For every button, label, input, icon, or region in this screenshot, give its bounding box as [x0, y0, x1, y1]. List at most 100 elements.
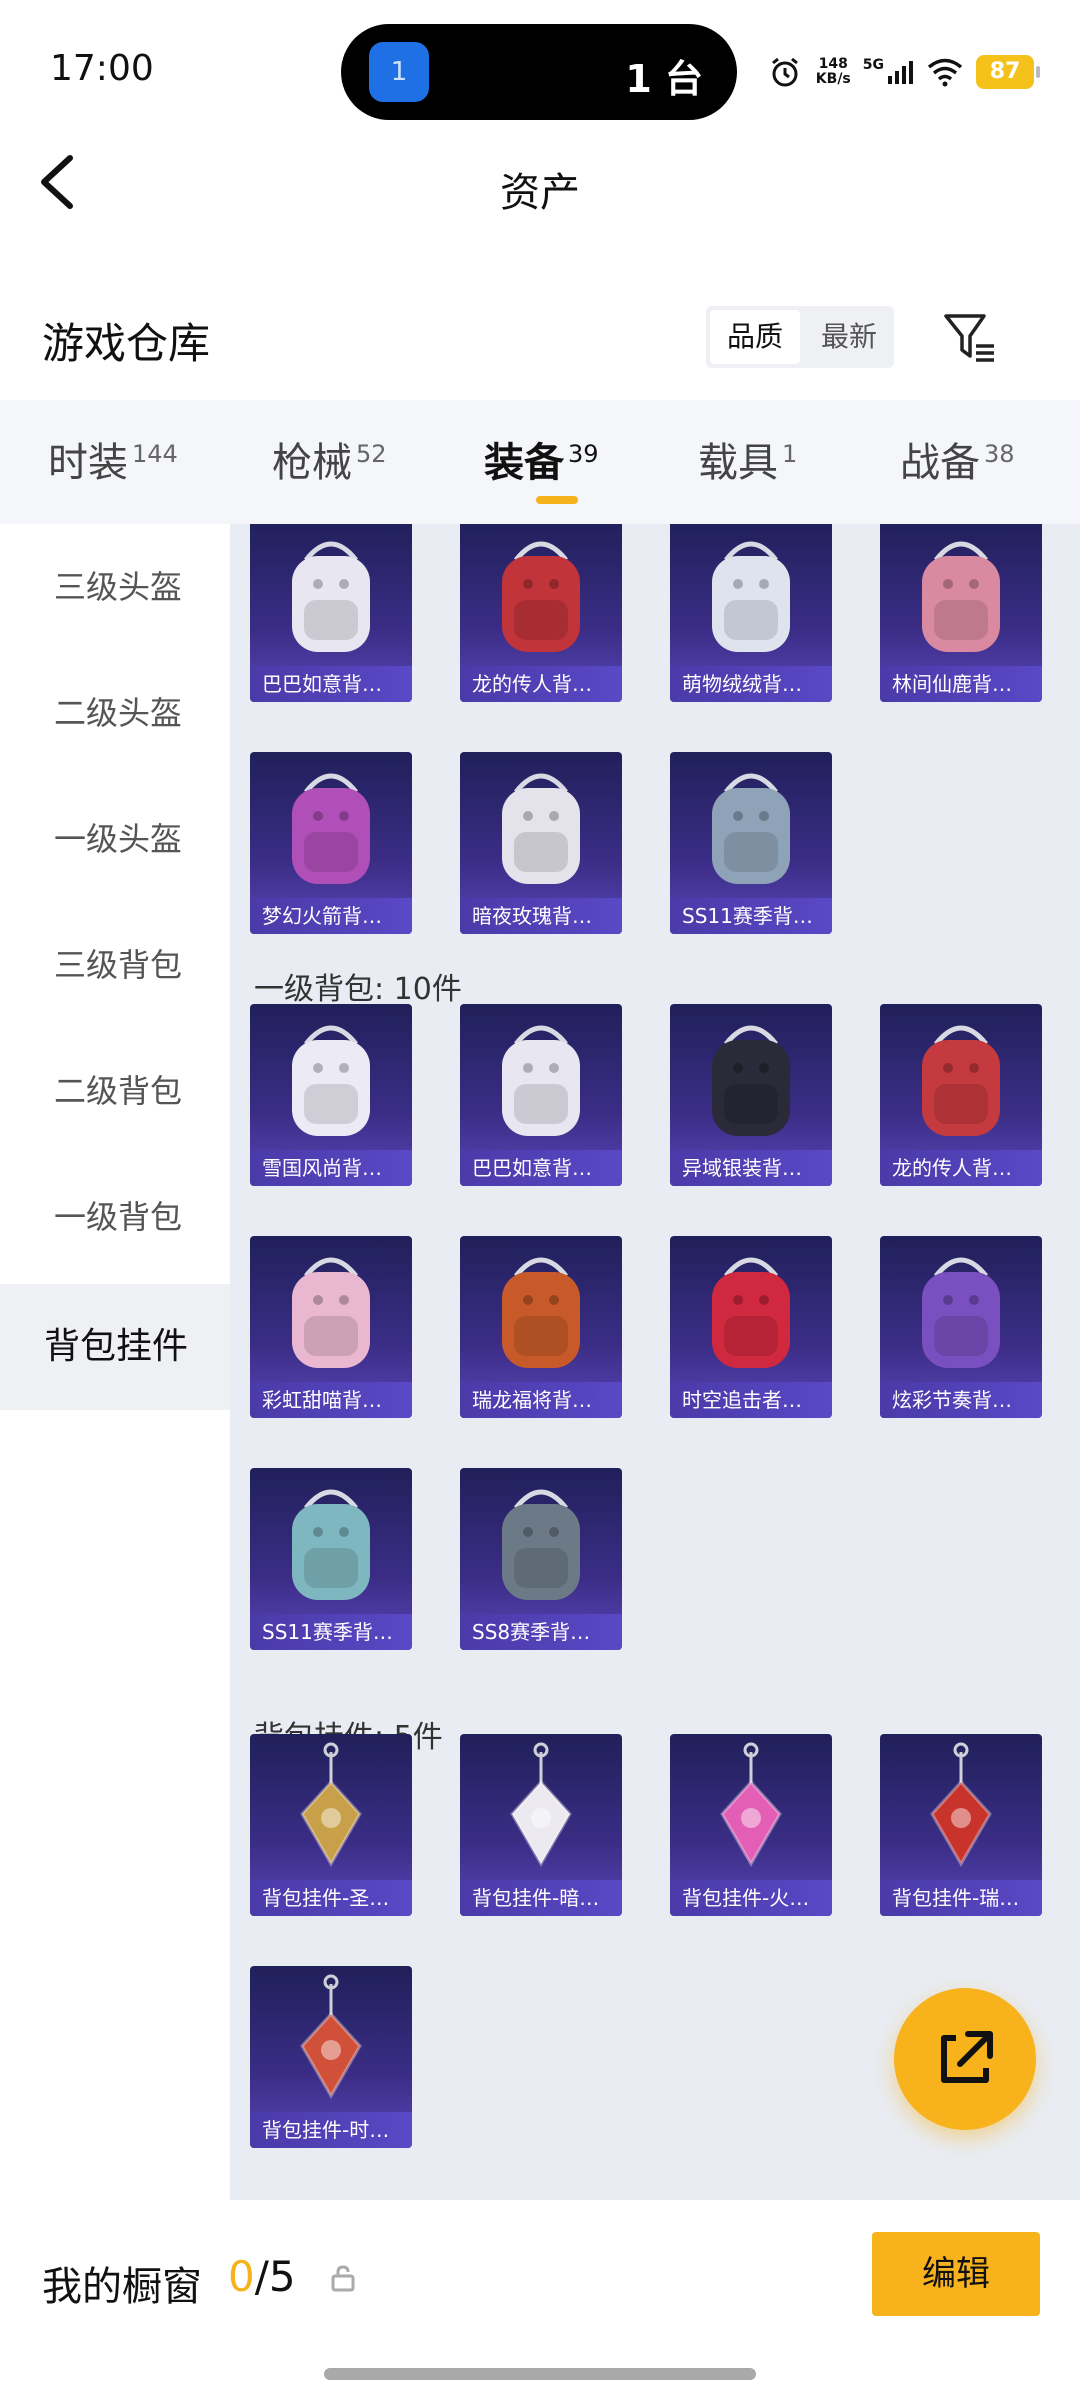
- showcase-total: /5: [254, 2252, 296, 2301]
- item-card[interactable]: 暗夜玫瑰背…: [460, 752, 622, 934]
- filter-icon: [944, 314, 994, 362]
- item-card[interactable]: 彩虹甜喵背…: [250, 1236, 412, 1418]
- tab-firearms[interactable]: 枪械 52: [272, 430, 387, 488]
- status-bar: 17:00 1 1 台 148 KB/s 5G 87: [0, 0, 1080, 140]
- item-card[interactable]: SS8赛季背…: [460, 1468, 622, 1650]
- teal-backpack-icon: [292, 1489, 370, 1600]
- active-tab-indicator: [536, 496, 578, 504]
- sort-quality-button[interactable]: 品质: [710, 310, 800, 364]
- tab-fashion[interactable]: 时装 144: [48, 430, 178, 488]
- item-card-label: 巴巴如意背…: [250, 666, 412, 702]
- tab-count: 38: [984, 439, 1015, 468]
- sidebar-item-helmet-lv2[interactable]: 二级头盔: [0, 650, 230, 776]
- item-card-label: 暗夜玫瑰背…: [460, 898, 622, 934]
- sidebar-item-helmet-lv3[interactable]: 三级头盔: [0, 524, 230, 650]
- item-card[interactable]: 炫彩节奏背…: [880, 1236, 1042, 1418]
- item-card[interactable]: 异域银装背…: [670, 1004, 832, 1186]
- item-card[interactable]: 龙的传人背…: [880, 1004, 1042, 1186]
- tab-label: 枪械: [272, 440, 352, 486]
- red-chaser-backpack-icon: [712, 1257, 790, 1368]
- tab-label: 装备: [484, 440, 564, 486]
- item-card[interactable]: 巴巴如意背…: [460, 1004, 622, 1186]
- item-card-label: 背包挂件-圣…: [250, 1880, 412, 1916]
- island-text: 1 台: [625, 57, 703, 101]
- sidebar-item-backpack-pendant[interactable]: 背包挂件: [0, 1284, 230, 1410]
- item-card[interactable]: 巴巴如意背…: [250, 524, 412, 702]
- share-button[interactable]: [894, 1988, 1036, 2130]
- orange-armor-backpack-icon: [502, 1257, 580, 1368]
- cellular-signal-icon: 5G: [863, 58, 914, 86]
- item-card-label: 背包挂件-暗…: [460, 1880, 622, 1916]
- sort-toggle: 品质 最新: [706, 306, 894, 368]
- lock-icon: [331, 2265, 355, 2292]
- tab-battle-prep[interactable]: 战备 38: [900, 430, 1015, 488]
- item-card[interactable]: 时空追击者…: [670, 1236, 832, 1418]
- tab-count: 52: [356, 439, 387, 468]
- dark-grey-backpack-icon: [502, 1489, 580, 1600]
- sidebar-item-backpack-lv1[interactable]: 一级背包: [0, 1154, 230, 1280]
- pink-deer-backpack-icon: [922, 541, 1000, 652]
- item-card[interactable]: SS11赛季背…: [670, 752, 832, 934]
- filter-button[interactable]: [940, 308, 1000, 368]
- black-harness-backpack-icon: [712, 1025, 790, 1136]
- red-charm-pendant-icon: [930, 1742, 992, 1867]
- item-card[interactable]: 梦幻火箭背…: [250, 752, 412, 934]
- category-tabs: 时装 144 枪械 52 装备 39 载具 1 战备 38: [0, 400, 1080, 524]
- item-card-label: SS8赛季背…: [460, 1614, 622, 1650]
- sidebar-item-backpack-lv3[interactable]: 三级背包: [0, 902, 230, 1028]
- edit-button[interactable]: 编辑: [872, 2232, 1040, 2316]
- showcase-count: 0/5: [228, 2252, 296, 2301]
- item-card[interactable]: 瑞龙福将背…: [460, 1236, 622, 1418]
- item-card-label: SS11赛季背…: [250, 1614, 412, 1650]
- item-card[interactable]: 龙的传人背…: [460, 524, 622, 702]
- wifi-icon: [926, 53, 964, 91]
- item-card-label: 背包挂件-时…: [250, 2112, 412, 2148]
- item-grid: 一级背包: 10件 背包挂件: 5件 巴巴如意背…龙的传人背…萌物绒绒背…林间仙…: [230, 524, 1080, 2200]
- item-card[interactable]: 林间仙鹿背…: [880, 524, 1042, 702]
- sidebar-item-helmet-lv1[interactable]: 一级头盔: [0, 776, 230, 902]
- page-title: 资产: [500, 170, 580, 216]
- item-card[interactable]: 背包挂件-火…: [670, 1734, 832, 1916]
- item-card[interactable]: 背包挂件-瑞…: [880, 1734, 1042, 1916]
- item-card[interactable]: 萌物绒绒背…: [670, 524, 832, 702]
- bunny-pendant-icon: [510, 1742, 572, 1867]
- red-backpack-icon: [502, 541, 580, 652]
- showcase-label: 我的橱窗: [42, 2264, 202, 2310]
- bottom-bar: 我的橱窗 0/5 编辑: [0, 2200, 1080, 2400]
- tab-vehicles[interactable]: 载具 1: [698, 430, 797, 488]
- warehouse-title: 游戏仓库: [42, 319, 211, 368]
- showcase-current: 0: [228, 2252, 255, 2301]
- red-dragon-backpack-icon: [922, 1025, 1000, 1136]
- item-card-label: 炫彩节奏背…: [880, 1382, 1042, 1418]
- network-type: 5G: [862, 57, 884, 73]
- item-card[interactable]: 背包挂件-暗…: [460, 1734, 622, 1916]
- item-card[interactable]: 雪国风尚背…: [250, 1004, 412, 1186]
- net-speed-unit: KB/s: [815, 71, 851, 87]
- net-speed: 148 KB/s: [816, 57, 851, 87]
- battery-icon: 87: [976, 55, 1040, 89]
- tab-label: 战备: [900, 440, 980, 486]
- winged-pendant-icon: [300, 1974, 362, 2099]
- sidebar-item-backpack-lv2[interactable]: 二级背包: [0, 1028, 230, 1154]
- alarm-icon: [766, 53, 804, 91]
- tab-equipment[interactable]: 装备 39: [484, 430, 599, 488]
- item-card[interactable]: 背包挂件-时…: [250, 1966, 412, 2148]
- item-card-label: SS11赛季背…: [670, 898, 832, 934]
- grey-tech-backpack-icon: [712, 773, 790, 884]
- home-indicator[interactable]: [324, 2368, 756, 2380]
- white-rabbit-backpack-icon: [292, 541, 370, 652]
- item-card-label: 时空追击者…: [670, 1382, 832, 1418]
- crystal-pendant-icon: [300, 1742, 362, 1867]
- white-snow-backpack-icon: [292, 1025, 370, 1136]
- item-card[interactable]: 背包挂件-圣…: [250, 1734, 412, 1916]
- item-card[interactable]: SS11赛季背…: [250, 1468, 412, 1650]
- island-badge: 1: [390, 57, 408, 87]
- status-time: 17:00: [50, 48, 154, 89]
- white-bunny-plush-icon: [502, 773, 580, 884]
- tab-count: 1: [782, 439, 798, 468]
- share-icon: [941, 2031, 993, 2083]
- dynamic-island[interactable]: 1 1 台: [341, 24, 737, 120]
- pink-rocket-pendant-icon: [720, 1742, 782, 1867]
- item-card-label: 背包挂件-火…: [670, 1880, 832, 1916]
- sort-newest-button[interactable]: 最新: [804, 306, 894, 368]
